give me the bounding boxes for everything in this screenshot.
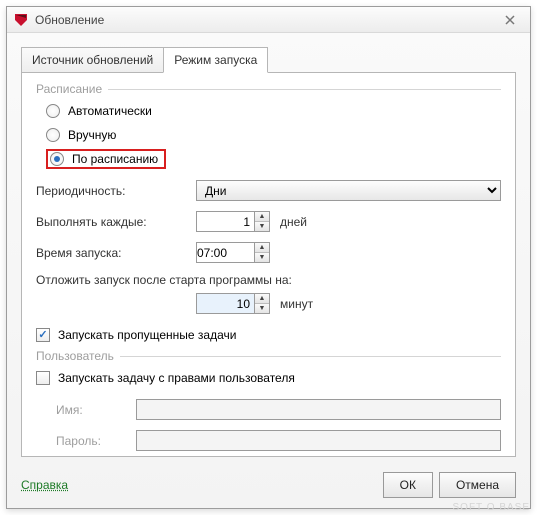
app-icon: [13, 12, 29, 28]
delay-spinner[interactable]: ▲▼: [196, 293, 270, 314]
periodicity-row: Периодичность: Дни: [36, 180, 501, 201]
run-missed-label: Запускать пропущенные задачи: [58, 328, 236, 342]
time-spinner[interactable]: ▲▼: [196, 242, 270, 263]
dialog-window: Обновление Источник обновлений Режим зап…: [6, 6, 531, 509]
radio-icon: [46, 104, 60, 118]
user-group: Пользователь Запускать задачу с правами …: [36, 356, 501, 451]
tab-run-mode[interactable]: Режим запуска: [163, 47, 268, 73]
tab-source[interactable]: Источник обновлений: [21, 47, 164, 72]
time-label: Время запуска:: [36, 246, 196, 260]
radio-auto-label: Автоматически: [68, 104, 152, 118]
radio-icon: [46, 128, 60, 142]
chevron-down-icon[interactable]: ▼: [255, 253, 269, 262]
user-legend: Пользователь: [36, 349, 120, 363]
tab-panel: Расписание Автоматически Вручную По расп…: [21, 72, 516, 457]
help-link[interactable]: Справка: [21, 478, 68, 492]
spin-buttons[interactable]: ▲▼: [254, 242, 270, 263]
every-label: Выполнять каждые:: [36, 215, 196, 229]
radio-manual[interactable]: Вручную: [46, 124, 501, 146]
chevron-down-icon[interactable]: ▼: [255, 304, 269, 313]
spin-buttons[interactable]: ▲▼: [254, 211, 270, 232]
radio-icon-checked: [50, 152, 64, 166]
tab-strip: Источник обновлений Режим запуска: [21, 47, 516, 72]
spin-buttons[interactable]: ▲▼: [254, 293, 270, 314]
chevron-up-icon[interactable]: ▲: [255, 243, 269, 253]
time-row: Время запуска: ▲▼: [36, 242, 501, 263]
watermark: SOFT O BASE: [453, 502, 531, 513]
delay-label: Отложить запуск после старта программы н…: [36, 273, 292, 287]
periodicity-select[interactable]: Дни: [196, 180, 501, 201]
schedule-group: Расписание Автоматически Вручную По расп…: [36, 89, 501, 346]
schedule-legend: Расписание: [36, 82, 108, 96]
time-input[interactable]: [196, 242, 254, 263]
periodicity-label: Периодичность:: [36, 184, 196, 198]
checkbox-icon: [36, 371, 50, 385]
chevron-down-icon[interactable]: ▼: [255, 222, 269, 231]
every-row: Выполнять каждые: ▲▼ дней: [36, 211, 501, 232]
highlight-box: По расписанию: [46, 149, 166, 169]
chevron-up-icon[interactable]: ▲: [255, 294, 269, 304]
content-area: Источник обновлений Режим запуска Распис…: [21, 47, 516, 458]
every-spinner[interactable]: ▲▼: [196, 211, 270, 232]
titlebar: Обновление: [7, 7, 530, 33]
run-missed-check[interactable]: Запускать пропущенные задачи: [36, 324, 501, 346]
delay-input[interactable]: [196, 293, 254, 314]
chevron-up-icon[interactable]: ▲: [255, 212, 269, 222]
run-as-label: Запускать задачу с правами пользователя: [58, 371, 295, 385]
password-label: Пароль:: [56, 434, 136, 448]
window-title: Обновление: [35, 13, 104, 27]
name-label: Имя:: [56, 403, 136, 417]
name-row: Имя:: [36, 399, 501, 420]
every-input[interactable]: [196, 211, 254, 232]
radio-scheduled[interactable]: По расписанию: [46, 148, 501, 170]
password-row: Пароль:: [36, 430, 501, 451]
every-units: дней: [280, 215, 307, 229]
ok-button[interactable]: ОК: [383, 472, 433, 498]
checkbox-checked-icon: [36, 328, 50, 342]
radio-manual-label: Вручную: [68, 128, 116, 142]
delay-row: Отложить запуск после старта программы н…: [36, 273, 501, 314]
close-button[interactable]: [496, 11, 524, 29]
run-as-check[interactable]: Запускать задачу с правами пользователя: [36, 367, 501, 389]
cancel-button[interactable]: Отмена: [439, 472, 516, 498]
password-input: [136, 430, 501, 451]
radio-scheduled-label: По расписанию: [72, 152, 158, 166]
radio-auto[interactable]: Автоматически: [46, 100, 501, 122]
delay-units: минут: [280, 297, 313, 311]
name-input: [136, 399, 501, 420]
footer: Справка ОК Отмена: [21, 472, 516, 498]
close-icon: [505, 15, 515, 25]
